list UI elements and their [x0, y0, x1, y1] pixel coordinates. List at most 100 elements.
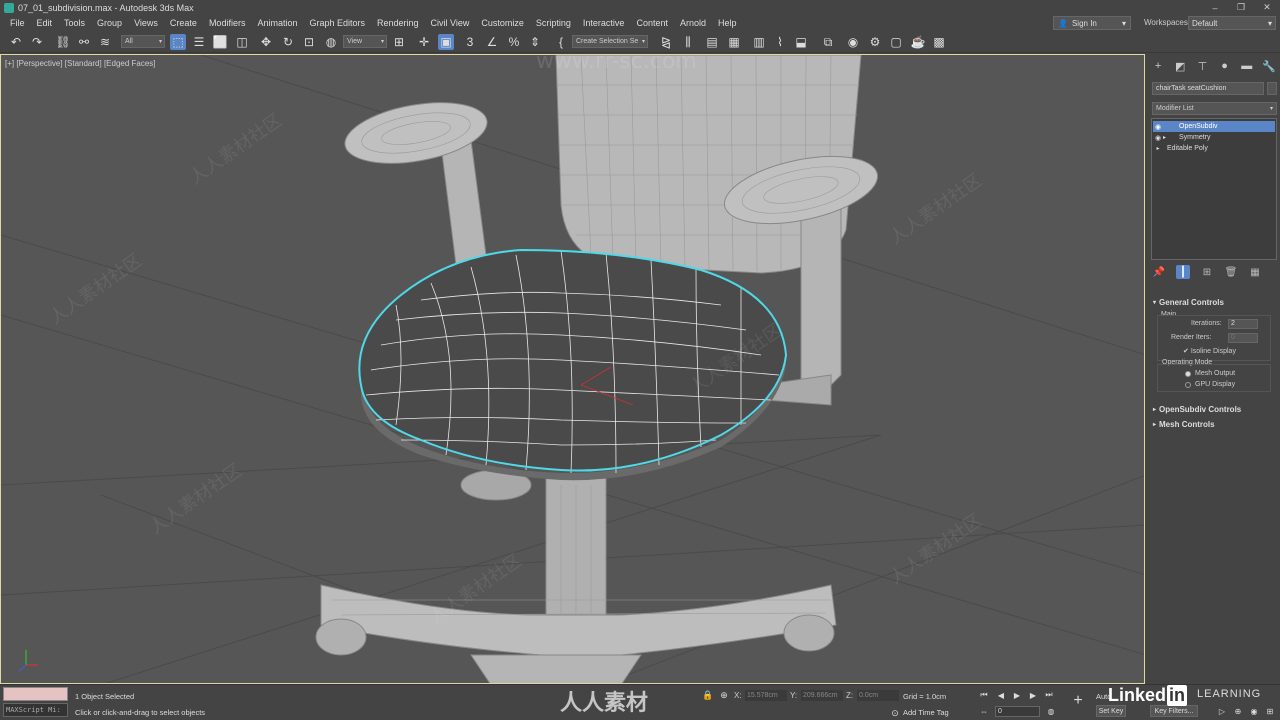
- place-icon[interactable]: ◍: [323, 34, 339, 50]
- percent-snap-icon[interactable]: %: [506, 34, 522, 50]
- seat-cushion[interactable]: [358, 248, 788, 481]
- menu-item-create[interactable]: Create: [164, 18, 203, 28]
- workspace-select[interactable]: Default ▾: [1188, 16, 1276, 30]
- snaps-toggle-icon[interactable]: 3: [462, 34, 478, 50]
- menu-item-scripting[interactable]: Scripting: [530, 18, 577, 28]
- object-color-swatch[interactable]: [1267, 82, 1277, 95]
- menu-item-views[interactable]: Views: [128, 18, 164, 28]
- sign-in-button[interactable]: 👤 Sign In ▾: [1053, 16, 1131, 30]
- menu-item-arnold[interactable]: Arnold: [674, 18, 712, 28]
- set-key-plus-icon[interactable]: +: [1070, 692, 1086, 709]
- menu-item-modifiers[interactable]: Modifiers: [203, 18, 252, 28]
- menu-item-tools[interactable]: Tools: [58, 18, 91, 28]
- go-to-start-icon[interactable]: ⏮: [978, 689, 990, 701]
- curve-editor-icon[interactable]: ⌇: [772, 34, 788, 50]
- named-selection-set-select[interactable]: Create Selection Se ▾: [572, 35, 648, 48]
- viewport-label[interactable]: [+] [Perspective] [Standard] [Edged Face…: [5, 59, 156, 68]
- configure-modifier-sets-icon[interactable]: ▦: [1248, 265, 1262, 279]
- stack-item-opensubdiv[interactable]: ◉ OpenSubdiv: [1153, 121, 1275, 132]
- general-controls-rollout[interactable]: ▾ General Controls: [1151, 296, 1277, 308]
- menu-item-interactive[interactable]: Interactive: [577, 18, 631, 28]
- menu-item-civil-view[interactable]: Civil View: [425, 18, 476, 28]
- menu-item-animation[interactable]: Animation: [251, 18, 303, 28]
- orbit-icon[interactable]: ◉: [1248, 705, 1260, 717]
- show-end-result-icon[interactable]: ┃: [1176, 265, 1190, 279]
- menu-item-edit[interactable]: Edit: [31, 18, 59, 28]
- motion-tab-icon[interactable]: ●: [1218, 59, 1232, 73]
- iterations-spinner[interactable]: 2: [1228, 319, 1258, 329]
- menu-item-group[interactable]: Group: [91, 18, 128, 28]
- link-icon[interactable]: ⛓: [55, 34, 71, 50]
- dope-sheet-icon[interactable]: ⬓: [793, 34, 809, 50]
- key-filters-button[interactable]: Key Filters...: [1150, 705, 1198, 717]
- mesh-controls-rollout[interactable]: ▸ Mesh Controls: [1151, 418, 1277, 430]
- spinner-snap-icon[interactable]: ⇕: [527, 34, 543, 50]
- set-key-button[interactable]: Set Key: [1096, 705, 1126, 717]
- maxscript-listener-output[interactable]: [3, 687, 68, 701]
- time-tag-icon[interactable]: ⊙: [887, 705, 903, 720]
- select-by-name-icon[interactable]: ☰: [191, 34, 207, 50]
- menu-item-content[interactable]: Content: [630, 18, 674, 28]
- z-coordinate-field[interactable]: 0.0cm: [857, 690, 899, 701]
- perspective-viewport[interactable]: [+] [Perspective] [Standard] [Edged Face…: [0, 54, 1145, 684]
- schematic-view-icon[interactable]: ⧉: [820, 34, 836, 50]
- add-time-tag[interactable]: Add Time Tag: [903, 708, 949, 717]
- remove-modifier-icon[interactable]: 🗑: [1224, 265, 1238, 279]
- go-to-end-icon[interactable]: ⏭: [1043, 689, 1055, 701]
- reference-coordinate-select[interactable]: View ▾: [343, 35, 387, 48]
- rendered-frame-window-icon[interactable]: ▢: [888, 34, 904, 50]
- key-mode-icon[interactable]: ⇔: [978, 705, 990, 717]
- align-icon[interactable]: ⫼: [680, 34, 696, 50]
- close-button[interactable]: ✕: [1254, 0, 1280, 15]
- viewport-nav-icon[interactable]: ▷: [1216, 705, 1228, 717]
- toggle-ribbon-icon[interactable]: ▥: [751, 34, 767, 50]
- expand-arrow-icon[interactable]: ▸: [1163, 134, 1171, 141]
- display-tab-icon[interactable]: ▬: [1240, 59, 1254, 73]
- move-icon[interactable]: ✥: [258, 34, 274, 50]
- angle-snap-icon[interactable]: ∠: [484, 34, 500, 50]
- edit-named-selection-icon[interactable]: {: [553, 34, 569, 50]
- make-unique-icon[interactable]: ⊞: [1200, 265, 1214, 279]
- menu-item-help[interactable]: Help: [712, 18, 743, 28]
- material-editor-icon[interactable]: ◉: [845, 34, 861, 50]
- stack-item-symmetry[interactable]: ◉ ▸ Symmetry: [1153, 132, 1275, 143]
- expand-arrow-icon[interactable]: ▸: [1153, 145, 1163, 152]
- scale-icon[interactable]: ⊡: [301, 34, 317, 50]
- layer-explorer-icon[interactable]: ▦: [726, 34, 742, 50]
- pivot-center-icon[interactable]: ⊞: [391, 34, 407, 50]
- play-icon[interactable]: ▶: [1011, 689, 1023, 701]
- menu-item-graph-editors[interactable]: Graph Editors: [303, 18, 371, 28]
- absolute-mode-icon[interactable]: ⊕: [716, 687, 732, 703]
- next-frame-icon[interactable]: ▶: [1027, 689, 1039, 701]
- bind-space-warp-icon[interactable]: ≋: [97, 34, 113, 50]
- select-object-icon[interactable]: ⬚: [170, 34, 186, 50]
- keyboard-shortcut-icon[interactable]: ▣: [438, 34, 454, 50]
- mesh-output-radio[interactable]: [1185, 371, 1191, 377]
- isoline-display-checkbox[interactable]: ✔ Isoline Display: [1183, 347, 1236, 355]
- maximize-button[interactable]: ❐: [1228, 0, 1254, 15]
- select-manipulate-icon[interactable]: ✛: [416, 34, 432, 50]
- modifier-list-select[interactable]: Modifier List ▾: [1152, 102, 1277, 115]
- menu-item-file[interactable]: File: [4, 18, 31, 28]
- modify-tab-icon[interactable]: ◩: [1173, 59, 1187, 73]
- time-config-icon[interactable]: ◍: [1045, 705, 1057, 717]
- redo-icon[interactable]: ↷: [29, 34, 45, 50]
- pin-stack-icon[interactable]: 📌: [1152, 265, 1166, 279]
- rotate-icon[interactable]: ↻: [280, 34, 296, 50]
- maxscript-mini-listener[interactable]: MAXScript Mi:: [3, 703, 68, 717]
- utilities-tab-icon[interactable]: 🔧: [1262, 59, 1276, 73]
- undo-icon[interactable]: ↶: [8, 34, 24, 50]
- object-name-field[interactable]: chairTask seatCushion: [1152, 82, 1264, 95]
- render-iterative-icon[interactable]: ▩: [931, 34, 947, 50]
- minimize-button[interactable]: –: [1202, 0, 1228, 15]
- mirror-icon[interactable]: ⧎: [658, 34, 674, 50]
- y-coordinate-field[interactable]: 209.666cm: [801, 690, 843, 701]
- rectangular-selection-icon[interactable]: ⬜: [212, 34, 228, 50]
- stack-item-editable-poly[interactable]: ▸ Editable Poly: [1153, 143, 1275, 154]
- create-tab-icon[interactable]: +: [1151, 59, 1165, 73]
- window-crossing-icon[interactable]: ◫: [234, 34, 250, 50]
- previous-frame-icon[interactable]: ◀: [995, 689, 1007, 701]
- hierarchy-tab-icon[interactable]: ⊤: [1195, 59, 1209, 73]
- current-frame-field[interactable]: 0: [995, 706, 1040, 717]
- zoom-icon[interactable]: ⊕: [1232, 705, 1244, 717]
